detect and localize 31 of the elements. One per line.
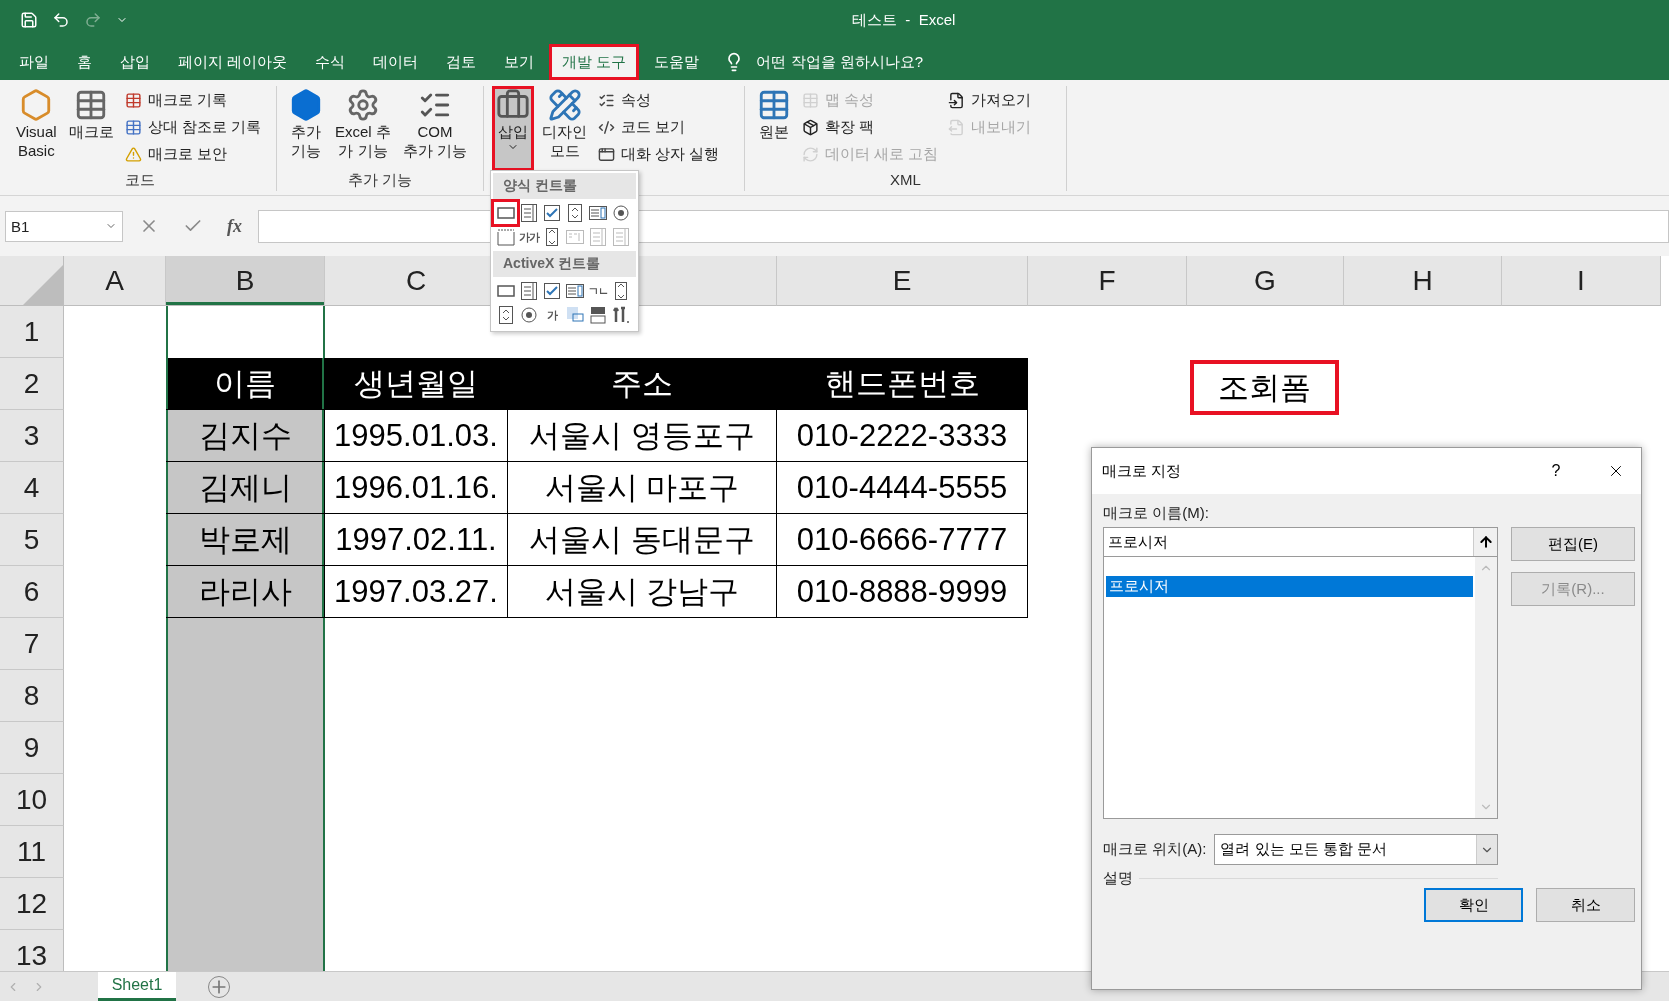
menu-section-title: 양식 컨트롤	[493, 173, 636, 199]
table-cell: 서울시 강남구	[508, 566, 777, 618]
table-cell: 1997.02.11.	[325, 514, 508, 566]
table-cell: 김제니	[166, 462, 325, 514]
table-header-cell: 생년월일	[325, 358, 508, 410]
dialog-title: 매크로 지정	[1102, 461, 1183, 481]
group-label: 코드	[124, 171, 156, 190]
table-header-cell: 핸드폰번호	[777, 358, 1028, 410]
table-cell: 김지수	[166, 410, 325, 462]
table-cell: 박로제	[166, 514, 325, 566]
table-cell: 서울시 영등포구	[508, 410, 777, 462]
group-label: XML	[889, 171, 922, 190]
control-glyph: 가	[546, 307, 557, 323]
table-cell: 010-4444-5555	[777, 462, 1028, 514]
table-cell: 서울시 마포구	[508, 462, 777, 514]
menu-section-title: ActiveX 컨트롤	[493, 251, 636, 277]
field-label: 매크로 이름(M):	[1103, 504, 1210, 523]
field-label: 설명	[1103, 869, 1133, 888]
table-cell: 라리사	[166, 566, 325, 618]
field-label: 매크로 위치(A):	[1103, 840, 1207, 859]
table-header-cell: 이름	[166, 358, 325, 410]
table-cell: 010-6666-7777	[777, 514, 1028, 566]
group-label: 추가 기능	[346, 171, 414, 190]
window-title: 테스트 - Excel	[852, 10, 956, 30]
table-cell: 010-8888-9999	[777, 566, 1028, 618]
table-header-cell: 주소	[508, 358, 777, 410]
table-cell: 1995.01.03.	[325, 410, 508, 462]
table-cell: 010-2222-3333	[777, 410, 1028, 462]
table-cell: 1997.03.27.	[325, 566, 508, 618]
table-cell: 1996.01.16.	[325, 462, 508, 514]
table-cell: 서울시 동대문구	[508, 514, 777, 566]
